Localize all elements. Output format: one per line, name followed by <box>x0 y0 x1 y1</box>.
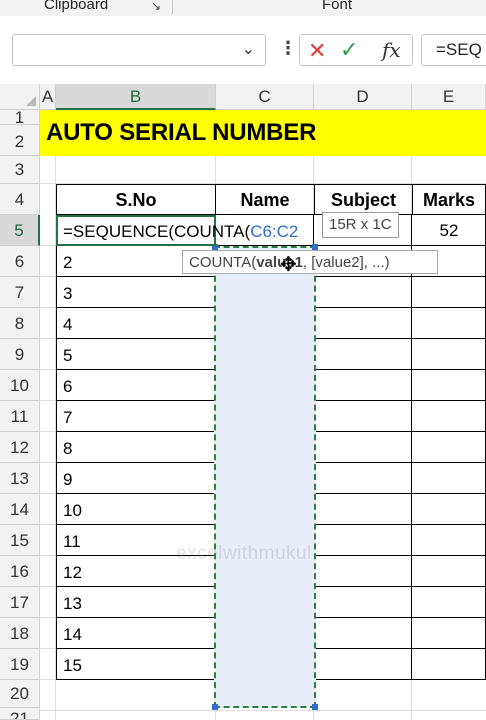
serial-cell[interactable]: 15 <box>58 649 82 680</box>
remaining-arguments: , [value2], ...) <box>302 254 390 271</box>
header-subject[interactable]: Subject <box>314 184 413 215</box>
serial-cell[interactable]: 2 <box>58 246 72 277</box>
name-box[interactable]: ⌄ <box>12 34 266 66</box>
header-marks[interactable]: Marks <box>412 184 486 215</box>
serial-cell[interactable]: 11 <box>58 525 81 556</box>
row-header-20[interactable]: 20 <box>0 680 40 708</box>
serial-cell[interactable]: 6 <box>58 370 72 401</box>
row-header-13[interactable]: 13 <box>0 463 40 494</box>
ribbon-separator <box>172 0 173 14</box>
column-header-b[interactable]: B <box>56 84 216 110</box>
row-header-16[interactable]: 16 <box>0 556 40 587</box>
sheet-title: AUTO SERIAL NUMBER <box>46 119 317 146</box>
row-header-15[interactable]: 15 <box>0 525 40 556</box>
formula-range-ref: C6:C2 <box>250 222 299 241</box>
range-handle[interactable] <box>212 704 218 710</box>
formula-controls: ✕ ✓ fx <box>299 34 413 66</box>
title-band[interactable]: AUTO SERIAL NUMBER <box>40 110 486 156</box>
referenced-range-c6-c20[interactable] <box>212 244 318 710</box>
chevron-down-icon[interactable]: ⌄ <box>242 39 255 59</box>
column-header-c[interactable]: C <box>216 84 314 110</box>
select-all-corner[interactable] <box>0 84 40 110</box>
formula-prefix: =SEQUENCE(COUNTA( <box>63 222 251 241</box>
row-header-2[interactable]: 2 <box>0 125 40 156</box>
cancel-x-icon[interactable]: ✕ <box>308 38 326 64</box>
serial-cell[interactable]: 9 <box>58 463 72 494</box>
range-handle[interactable] <box>312 704 318 710</box>
watermark: excelwithmukul <box>176 543 312 564</box>
active-cell-b5[interactable]: =SEQUENCE(COUNTA(C6:C2 <box>56 215 298 246</box>
row-header-17[interactable]: 17 <box>0 587 40 618</box>
row-header-8[interactable]: 8 <box>0 308 40 339</box>
row-header-5[interactable]: 5 <box>0 215 40 246</box>
formula-bar: ⌄ ⋮ ✕ ✓ fx =SEQ <box>0 16 486 84</box>
dialog-launcher-icon[interactable]: ↘ <box>151 0 161 13</box>
function-arguments-tooltip[interactable]: COUNTA(value1, [value2], ...) <box>182 250 438 274</box>
marks-cell-row5[interactable]: 52 <box>412 215 486 246</box>
column-header-d[interactable]: D <box>314 84 412 110</box>
insert-function-icon[interactable]: fx <box>382 38 401 62</box>
serial-cell[interactable]: 5 <box>58 339 72 370</box>
row-header-14[interactable]: 14 <box>0 494 40 525</box>
clipboard-group-label: Clipboard <box>44 0 109 13</box>
function-name[interactable]: COUNTA( <box>189 254 256 271</box>
column-header-a[interactable]: A <box>40 84 56 110</box>
column-header-e[interactable]: E <box>412 84 486 110</box>
ribbon-strip: Clipboard ↘ Font <box>0 0 486 17</box>
row-header-3[interactable]: 3 <box>0 156 40 184</box>
row-header-7[interactable]: 7 <box>0 277 40 308</box>
formula-input[interactable]: =SEQ <box>421 34 486 66</box>
row-header-1[interactable]: 1 <box>0 109 40 126</box>
move-cursor-icon: ✥ <box>280 254 297 276</box>
serial-cell[interactable]: 13 <box>58 587 82 618</box>
cell-formula-text[interactable]: =SEQUENCE(COUNTA(C6:C2 <box>63 222 298 242</box>
range-size-tooltip: 15R x 1C <box>322 212 399 238</box>
row-header-6[interactable]: 6 <box>0 246 40 277</box>
row-header-19[interactable]: 19 <box>0 649 40 680</box>
serial-cell[interactable]: 14 <box>58 618 82 649</box>
row-header-12[interactable]: 12 <box>0 432 40 463</box>
serial-cell[interactable]: 10 <box>58 494 82 525</box>
row-header-18[interactable]: 18 <box>0 618 40 649</box>
serial-cell[interactable]: 7 <box>58 401 72 432</box>
row-header-4[interactable]: 4 <box>0 184 40 215</box>
serial-cell[interactable]: 8 <box>58 432 72 463</box>
row-header-9[interactable]: 9 <box>0 339 40 370</box>
header-sno[interactable]: S.No <box>56 184 216 215</box>
enter-check-icon[interactable]: ✓ <box>340 37 358 63</box>
serial-cell[interactable]: 12 <box>58 556 82 587</box>
header-name[interactable]: Name <box>215 184 315 215</box>
row-header-10[interactable]: 10 <box>0 370 40 401</box>
row-header-21[interactable]: 21 <box>0 708 40 720</box>
serial-cell[interactable]: 4 <box>58 308 72 339</box>
row-header-11[interactable]: 11 <box>0 401 40 432</box>
serial-cell[interactable]: 3 <box>58 277 72 308</box>
font-group-label: Font <box>322 0 353 13</box>
more-options-icon[interactable]: ⋮ <box>279 38 297 59</box>
